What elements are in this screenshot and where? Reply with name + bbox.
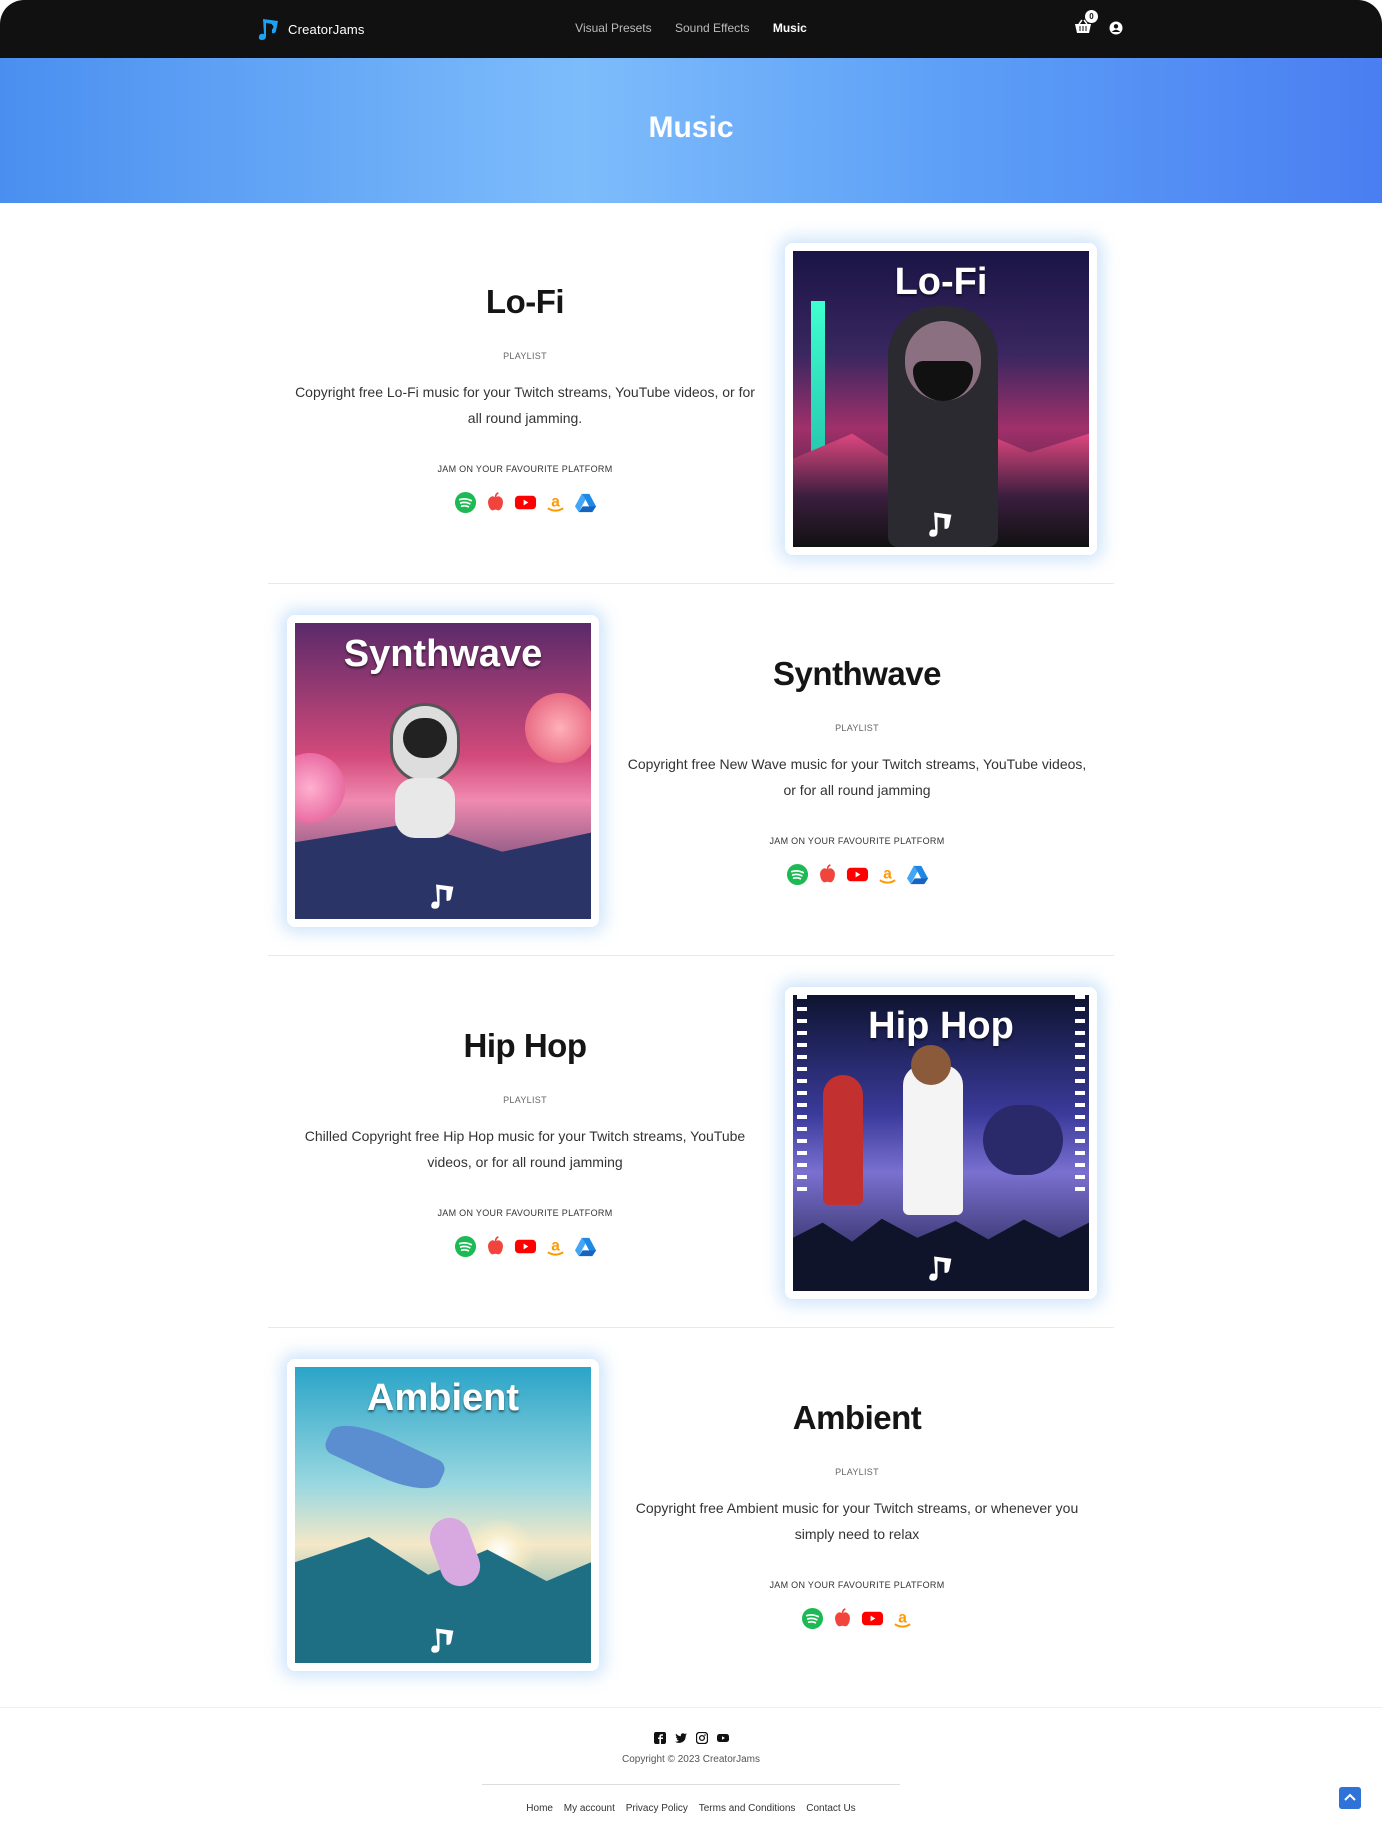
apple-music-icon[interactable] — [484, 1235, 507, 1258]
playlist-label: PLAYLIST — [503, 1095, 547, 1105]
svg-text:a: a — [551, 1237, 560, 1254]
cover-art: Hip Hop — [793, 995, 1089, 1291]
apple-music-icon[interactable] — [831, 1607, 854, 1630]
footer-link-terms[interactable]: Terms and Conditions — [699, 1803, 796, 1814]
music-note-watermark-icon — [929, 1256, 952, 1281]
music-note-watermark-icon — [431, 1628, 454, 1653]
nav-visual-presets[interactable]: Visual Presets — [575, 21, 651, 35]
playlist-cover-synthwave[interactable]: Synthwave — [287, 615, 599, 927]
youtube-icon[interactable] — [861, 1607, 884, 1630]
instagram-icon[interactable] — [695, 1732, 708, 1744]
playlist-label: PLAYLIST — [835, 723, 879, 733]
copyright-text: Copyright © 2023 CreatorJams — [622, 1754, 760, 1765]
playlist-description: Copyright free New Wave music for your T… — [627, 756, 1087, 798]
playlist-info: Hip Hop PLAYLIST Chilled Copyright free … — [290, 1027, 760, 1258]
youtube-icon[interactable] — [846, 863, 869, 886]
main-nav: Visual Presets Sound Effects Music — [0, 21, 1382, 35]
footer-link-privacy-policy[interactable]: Privacy Policy — [626, 1803, 688, 1814]
cart-count-badge: 0 — [1085, 10, 1098, 23]
platform-label: JAM ON YOUR FAVOURITE PLATFORM — [769, 836, 945, 846]
cover-title: Ambient — [367, 1377, 519, 1419]
footer-link-home[interactable]: Home — [526, 1803, 553, 1814]
footer-link-contact[interactable]: Contact Us — [806, 1803, 855, 1814]
playlist-description: Copyright free Lo-Fi music for your Twit… — [295, 384, 755, 426]
amazon-icon[interactable]: a — [891, 1607, 914, 1630]
amazon-icon[interactable]: a — [876, 863, 899, 886]
site-footer: Copyright © 2023 CreatorJams Home My acc… — [0, 1707, 1382, 1830]
playlist-section-hiphop: Hip Hop PLAYLIST Chilled Copyright free … — [0, 947, 1382, 1319]
playlist-label: PLAYLIST — [503, 351, 547, 361]
scroll-to-top-button[interactable] — [1339, 1787, 1361, 1809]
footer-links: Home My account Privacy Policy Terms and… — [0, 1803, 1382, 1814]
spotify-icon[interactable] — [786, 863, 809, 886]
youtube-icon[interactable] — [514, 491, 537, 514]
playlist-info: Synthwave PLAYLIST Copyright free New Wa… — [622, 655, 1092, 886]
playlist-title: Ambient — [792, 1399, 922, 1436]
cover-title: Hip Hop — [868, 1005, 1014, 1047]
platform-links: a — [622, 863, 1092, 886]
platform-links: a — [290, 491, 760, 514]
spotify-icon[interactable] — [454, 1235, 477, 1258]
nav-sound-effects[interactable]: Sound Effects — [675, 21, 750, 35]
amazon-icon[interactable]: a — [544, 1235, 567, 1258]
amazon-icon[interactable]: a — [544, 491, 567, 514]
svg-text:a: a — [883, 865, 892, 882]
playlist-title: Hip Hop — [463, 1027, 587, 1064]
playlist-label: PLAYLIST — [835, 1467, 879, 1477]
user-circle-icon[interactable] — [1109, 21, 1123, 35]
playlist-description: Copyright free Ambient music for your Tw… — [635, 1500, 1079, 1542]
google-drive-icon[interactable] — [574, 1235, 597, 1258]
platform-label: JAM ON YOUR FAVOURITE PLATFORM — [437, 1208, 613, 1218]
playlist-info: Lo-Fi PLAYLIST Copyright free Lo-Fi musi… — [290, 283, 760, 514]
social-links — [0, 1732, 1382, 1744]
google-drive-icon[interactable] — [574, 491, 597, 514]
svg-text:a: a — [551, 493, 560, 510]
platform-label: JAM ON YOUR FAVOURITE PLATFORM — [437, 464, 613, 474]
youtube-icon[interactable] — [514, 1235, 537, 1258]
nav-music[interactable]: Music — [773, 21, 807, 35]
platform-label: JAM ON YOUR FAVOURITE PLATFORM — [769, 1580, 945, 1590]
apple-music-icon[interactable] — [816, 863, 839, 886]
cover-title: Synthwave — [343, 633, 543, 675]
playlist-title: Synthwave — [773, 655, 941, 692]
footer-link-my-account[interactable]: My account — [564, 1803, 615, 1814]
playlist-cover-lofi[interactable]: Lo-Fi — [785, 243, 1097, 555]
page-title: Music — [648, 111, 734, 144]
playlist-info: Ambient PLAYLIST Copyright free Ambient … — [622, 1399, 1092, 1630]
music-note-watermark-icon — [929, 512, 952, 537]
cover-art: Synthwave — [295, 623, 591, 919]
playlist-cover-ambient[interactable]: Ambient — [287, 1359, 599, 1671]
twitter-icon[interactable] — [674, 1732, 687, 1744]
playlist-section-synthwave: Synthwave Synthwave PLAYLIST Copyright f… — [0, 575, 1382, 947]
youtube-social-icon[interactable] — [716, 1732, 729, 1744]
playlist-section-lofi: Lo-Fi PLAYLIST Copyright free Lo-Fi musi… — [0, 203, 1382, 575]
platform-links: a — [290, 1235, 760, 1258]
playlist-description: Chilled Copyright free Hip Hop music for… — [304, 1128, 746, 1170]
cover-title: Lo-Fi — [894, 261, 988, 303]
platform-links: a — [622, 1607, 1092, 1630]
playlist-cover-hiphop[interactable]: Hip Hop — [785, 987, 1097, 1299]
apple-music-icon[interactable] — [484, 491, 507, 514]
footer-divider — [482, 1784, 900, 1785]
facebook-icon[interactable] — [653, 1732, 666, 1744]
playlist-section-ambient: Ambient Ambient PLAYLIST Copyright free … — [0, 1319, 1382, 1691]
cover-art: Ambient — [295, 1367, 591, 1663]
site-header: CreatorJams Visual Presets Sound Effects… — [0, 0, 1382, 58]
spotify-icon[interactable] — [454, 491, 477, 514]
svg-text:a: a — [898, 1609, 907, 1626]
google-drive-icon[interactable] — [906, 863, 929, 886]
page-hero: Music — [0, 58, 1382, 203]
cover-art: Lo-Fi — [793, 251, 1089, 547]
music-note-watermark-icon — [431, 884, 454, 909]
spotify-icon[interactable] — [801, 1607, 824, 1630]
playlist-title: Lo-Fi — [485, 283, 565, 320]
